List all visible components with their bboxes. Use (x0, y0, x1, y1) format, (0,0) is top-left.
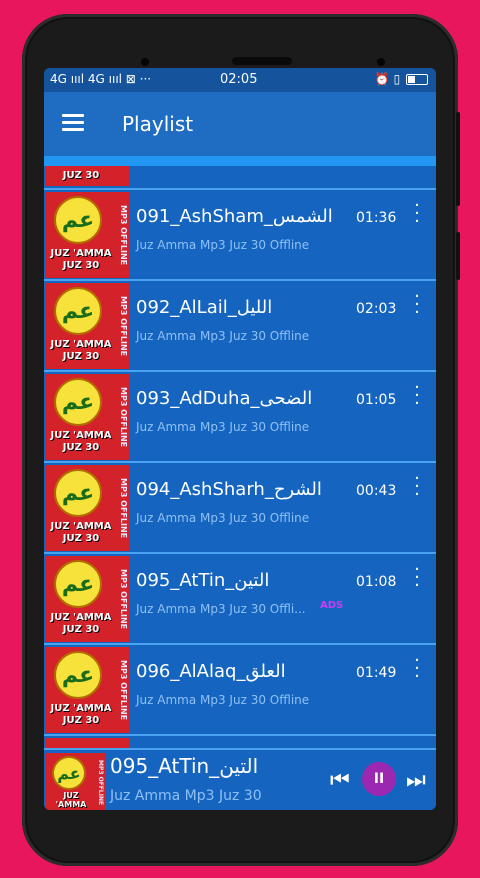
front-camera (141, 58, 149, 66)
player-thumbnail: عم MP3 OFFLINE JUZ 'AMMAJUZ 30 (46, 753, 106, 810)
power-button (456, 232, 460, 280)
more-options-icon[interactable]: · · · (412, 197, 422, 231)
thumb-side-text: MP3 OFFLINE (119, 295, 128, 357)
list-top-strip (44, 156, 436, 166)
thumb-side-text: MP3 OFFLINE (119, 568, 128, 630)
track-title: 093_AdDuha_الضحى (136, 388, 313, 409)
track-duration: 01:49 (356, 665, 397, 681)
thumb-label: JUZ 30 (62, 170, 100, 181)
list-item[interactable]: عم MP3 OFFLINE JUZ 'AMMA JUZ 30 093_AdDuh… (44, 370, 436, 461)
playlist: JUZ 30 عم MP3 OFFLINE JUZ 'AMMA JUZ 30 09… (44, 156, 436, 810)
track-title: 096_AlAlaq_العلق (136, 661, 286, 682)
track-subtitle: Juz Amma Mp3 Juz 30 Offline (136, 511, 310, 525)
ad-badge[interactable]: ADS (320, 600, 343, 611)
menu-icon[interactable] (62, 114, 84, 132)
track-thumbnail: عم MP3 OFFLINE JUZ 'AMMA JUZ 30 (46, 374, 130, 460)
thumb-label: JUZ 'AMMAJUZ 30 (50, 339, 112, 362)
track-thumbnail: عم MP3 OFFLINE JUZ 'AMMA JUZ 30 (46, 556, 130, 642)
track-thumbnail: عم MP3 OFFLINE JUZ 'AMMA JUZ 30 (46, 465, 130, 551)
track-subtitle: Juz Amma Mp3 Juz 30 Offline (136, 238, 310, 252)
thumb-side-text: MP3 OFFLINE (97, 760, 104, 806)
list-item-partial[interactable]: JUZ 30 (44, 166, 436, 186)
thumb-emblem: عم (54, 287, 102, 335)
thumb-emblem: عم (54, 560, 102, 608)
track-thumbnail: عم MP3 OFFLINE JUZ 'AMMA JUZ 30 (46, 283, 130, 369)
thumb-side-text: MP3 OFFLINE (119, 386, 128, 448)
more-options-icon[interactable]: · · · (412, 288, 422, 322)
track-thumbnail: JUZ 30 (46, 166, 130, 186)
clock: 02:05 (220, 72, 258, 87)
list-item[interactable]: عم MP3 OFFLINE JUZ 'AMMA JUZ 30 091_AshSh… (44, 188, 436, 279)
thumb-label: JUZ 'AMMAJUZ 30 (50, 612, 112, 635)
thumb-label: JUZ 'AMMAJUZ 30 (50, 703, 112, 726)
list-item[interactable]: عم MP3 OFFLINE JUZ 'AMMA JUZ 30 092_AlLai… (44, 279, 436, 370)
track-thumbnail: عم MP3 OFFLINE JUZ 'AMMA JUZ 30 (46, 192, 130, 278)
more-options-icon[interactable]: · · · (412, 561, 422, 595)
track-title: 094_AshSharh_الشرح (136, 479, 322, 500)
thumb-emblem: عم (54, 196, 102, 244)
thumb-side-text: MP3 OFFLINE (119, 477, 128, 539)
thumb-label: JUZ 'AMMAJUZ 30 (50, 248, 112, 271)
app-screen: 4G ıııl 4G ıııl ⊠ ··· 02:05 ⏰ ▯ Playlist… (44, 68, 436, 810)
track-subtitle: Juz Amma Mp3 Juz 30 Offline (136, 329, 310, 343)
thumb-emblem: عم (54, 651, 102, 699)
track-subtitle: Juz Amma Mp3 Juz 30 Offline (136, 693, 310, 707)
track-duration: 01:08 (356, 574, 397, 590)
track-duration: 01:36 (356, 210, 397, 226)
previous-track-icon[interactable]: ⏮ (330, 768, 350, 793)
track-title: 095_AtTin_التين (136, 570, 270, 591)
page-title: Playlist (122, 112, 194, 136)
list-item[interactable]: عم MP3 OFFLINE JUZ 'AMMA JUZ 30 094_AshSh… (44, 461, 436, 552)
thumb-side-text: MP3 OFFLINE (119, 659, 128, 721)
pause-button[interactable]: II (362, 762, 396, 796)
more-options-icon[interactable]: · · · (412, 379, 422, 413)
battery-icon (406, 74, 428, 85)
thumb-side-text: MP3 OFFLINE (119, 204, 128, 266)
track-duration: 00:43 (356, 483, 397, 499)
track-duration: 02:03 (356, 301, 397, 317)
track-subtitle: Juz Amma Mp3 Juz 30 Offline (136, 420, 310, 434)
thumb-emblem: عم (54, 378, 102, 426)
sensor (377, 58, 385, 66)
volume-button (456, 112, 460, 206)
track-subtitle: Juz Amma Mp3 Juz 30 Offli... (136, 602, 306, 616)
signal-indicators: 4G ıııl 4G ıııl ⊠ ··· (50, 72, 152, 86)
earpiece-speaker (232, 57, 292, 65)
player-track-subtitle: Juz Amma Mp3 Juz 30 (110, 788, 262, 804)
next-track-icon[interactable]: ⏭ (406, 768, 426, 793)
list-item[interactable]: عم MP3 OFFLINE JUZ 'AMMA JUZ 30 095_AtTin… (44, 552, 436, 643)
track-title: 092_AlLail_الليل (136, 297, 273, 318)
list-item[interactable]: عم MP3 OFFLINE JUZ 'AMMA JUZ 30 096_AlAla… (44, 643, 436, 734)
thumb-label: JUZ 'AMMAJUZ 30 (50, 521, 112, 544)
track-thumbnail: عم MP3 OFFLINE JUZ 'AMMA JUZ 30 (46, 647, 130, 733)
thumb-label: JUZ 'AMMAJUZ 30 (50, 430, 112, 453)
more-options-icon[interactable]: · · · (412, 470, 422, 504)
app-bar: Playlist (44, 92, 436, 156)
track-duration: 01:05 (356, 392, 397, 408)
status-bar: 4G ıııl 4G ıııl ⊠ ··· 02:05 ⏰ ▯ (44, 68, 436, 92)
alarm-icon: ⏰ ▯ (374, 72, 401, 86)
thumb-label: JUZ 'AMMAJUZ 30 (55, 791, 87, 810)
thumb-emblem: عم (54, 469, 102, 517)
thumb-emblem: عم (52, 756, 86, 790)
mini-player[interactable]: عم MP3 OFFLINE JUZ 'AMMAJUZ 30 095_AtTin… (44, 748, 436, 810)
more-options-icon[interactable]: · · · (412, 652, 422, 686)
track-title: 091_AshSham_الشمس (136, 206, 333, 227)
status-icons: ⏰ ▯ (375, 72, 428, 86)
player-track-title: 095_AtTin_التين (110, 754, 259, 778)
